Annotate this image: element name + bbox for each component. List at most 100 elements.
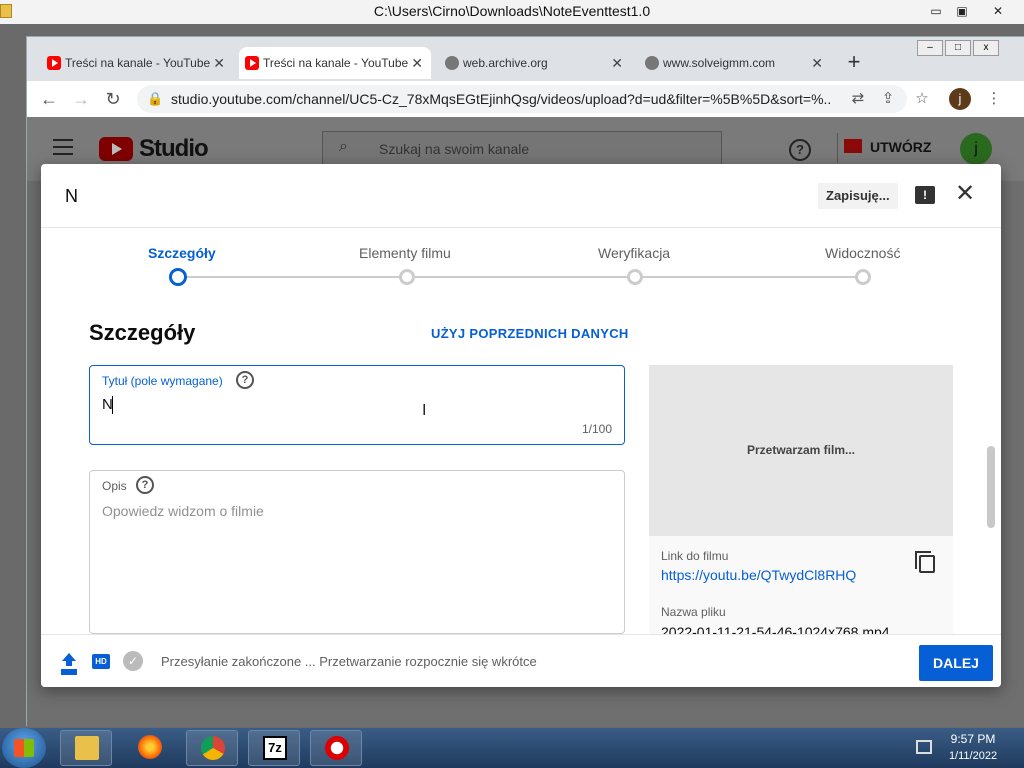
copy-icon[interactable] [915, 551, 935, 573]
step-visibility-label[interactable]: Widoczność [825, 245, 900, 261]
filename-value: 2022-01-11-21-54-46-1024x768.mp4 [661, 624, 890, 634]
tab-close-icon[interactable]: ✕ [213, 47, 225, 79]
share-icon[interactable]: ⇪ [877, 88, 899, 110]
video-thumbnail: Przetwarzam film... [649, 365, 953, 536]
new-tab-button[interactable]: + [842, 51, 866, 75]
address-bar[interactable]: 🔒 studio.youtube.com/channel/UC5-Cz_78xM… [137, 85, 907, 113]
tab-close-icon[interactable]: ✕ [811, 47, 823, 79]
network-icon[interactable] [916, 740, 932, 754]
globe-icon [645, 56, 659, 70]
browser-minimize-button[interactable]: – [917, 40, 943, 56]
firefox-icon [138, 735, 162, 759]
forward-button[interactable]: → [69, 87, 93, 111]
browser-close-button[interactable]: x [973, 40, 999, 56]
video-link[interactable]: https://youtu.be/QTwydCl8RHQ [661, 567, 856, 583]
clock-date[interactable]: 1/11/2022 [944, 750, 1002, 762]
title-label: Tytuł (pole wymagane) [102, 374, 223, 388]
maximize-button[interactable]: ▣ [950, 2, 974, 20]
upload-status-text: Przesyłanie zakończone ... Przetwarzanie… [161, 654, 537, 669]
browser-toolbar: ← → ↻ 🔒 studio.youtube.com/channel/UC5-C… [27, 81, 1024, 117]
video-link-label: Link do filmu [661, 549, 729, 563]
search-icon: ⌕ [339, 138, 348, 155]
description-label: Opis [102, 479, 127, 493]
globe-icon [445, 56, 459, 70]
menu-icon[interactable]: ⋮ [983, 88, 1005, 110]
channel-avatar[interactable]: j [960, 133, 992, 165]
tab-label: web.archive.org [463, 56, 548, 70]
description-placeholder: Opowiedz widzom o filmie [102, 503, 264, 519]
reuse-details-button[interactable]: UŻYJ POPRZEDNICH DANYCH [431, 326, 629, 341]
close-window-button[interactable]: ✕ [986, 2, 1010, 20]
upload-stepper: Szczegóły Elementy filmu Weryfikacja Wid… [41, 228, 1001, 298]
hd-icon: HD [92, 654, 110, 669]
saving-indicator: Zapisuję... [818, 183, 898, 209]
step-checks-dot[interactable] [627, 269, 643, 285]
content-scrollbar[interactable] [987, 446, 995, 528]
create-button[interactable]: UTWÓRZ [837, 133, 957, 163]
youtube-icon [245, 56, 259, 70]
taskbar-7zip[interactable]: 7z [248, 730, 300, 766]
dialog-title: N [65, 186, 78, 206]
taskbar-firefox[interactable] [124, 730, 176, 766]
help-icon[interactable]: ? [789, 139, 811, 161]
dialog-header: N Zapisuję... ! ✕ [41, 164, 1001, 228]
step-video-elements-dot[interactable] [399, 269, 415, 285]
7zip-icon: 7z [263, 736, 287, 760]
description-input[interactable]: Opis ? Opowiedz widzom o filmie [89, 470, 625, 634]
studio-brand: Studio [139, 135, 209, 162]
title-char-counter: 1/100 [581, 422, 612, 436]
youtube-icon [47, 56, 61, 70]
chrome-icon [201, 736, 225, 760]
reload-button[interactable]: ↻ [101, 87, 125, 111]
help-icon[interactable]: ? [136, 476, 154, 494]
title-input[interactable]: Tytuł (pole wymagane) ? N I 1/100 [89, 365, 625, 445]
tab-web-archive[interactable]: web.archive.org ✕ [439, 47, 631, 79]
taskbar-explorer[interactable] [60, 730, 112, 766]
video-camera-icon [844, 139, 862, 153]
close-dialog-button[interactable]: ✕ [953, 182, 977, 206]
search-placeholder: Szukaj na swoim kanale [379, 141, 530, 157]
minimize-button[interactable]: ▭ [924, 2, 948, 20]
youtube-logo-icon[interactable] [99, 137, 133, 161]
tab-label: Treści na kanale - YouTube [65, 56, 211, 70]
feedback-icon[interactable]: ! [915, 186, 935, 204]
step-checks-label[interactable]: Weryfikacja [598, 245, 670, 261]
record-icon [325, 736, 349, 760]
tab-youtube-1[interactable]: Treści na kanale - YouTube ✕ [41, 47, 233, 79]
section-title: Szczegóły [89, 320, 196, 345]
tab-close-icon[interactable]: ✕ [611, 47, 623, 79]
start-button[interactable] [2, 728, 46, 768]
windows-logo-icon [14, 739, 34, 757]
tab-close-icon[interactable]: ✕ [411, 47, 423, 79]
studio-search-input[interactable]: ⌕ Szukaj na swoim kanale [322, 131, 722, 165]
back-button[interactable]: ← [37, 87, 61, 111]
step-details-label[interactable]: Szczegóły [148, 245, 216, 261]
clock-time[interactable]: 9:57 PM [946, 732, 1000, 746]
taskbar-chrome[interactable] [186, 730, 238, 766]
processing-message: Przetwarzam film... [746, 443, 856, 457]
upload-icon [61, 653, 77, 671]
url-text: studio.youtube.com/channel/UC5-Cz_78xMqs… [171, 91, 831, 107]
details-section: Szczegóły UŻYJ POPRZEDNICH DANYCH Tytuł … [41, 298, 1001, 634]
browser-restore-button[interactable]: □ [945, 40, 971, 56]
folder-icon [75, 736, 99, 760]
step-visibility-dot[interactable] [855, 269, 871, 285]
help-icon[interactable]: ? [236, 371, 254, 389]
tab-solveigmm[interactable]: www.solveigmm.com ✕ [639, 47, 831, 79]
create-label: UTWÓRZ [870, 139, 932, 155]
text-cursor-icon: I [422, 402, 427, 419]
next-button[interactable]: DALEJ [919, 645, 993, 681]
dialog-footer: HD ✓ Przesyłanie zakończone ... Przetwar… [41, 634, 1001, 687]
hamburger-menu-icon[interactable] [53, 139, 73, 155]
tab-strip: Treści na kanale - YouTube ✕ Treści na k… [27, 37, 1024, 81]
lock-icon: 🔒 [147, 91, 164, 106]
profile-avatar[interactable]: j [949, 88, 971, 110]
bookmark-star-icon[interactable]: ☆ [911, 88, 933, 110]
tab-youtube-2[interactable]: Treści na kanale - YouTube ✕ [239, 47, 431, 79]
stepper-line [181, 276, 865, 278]
step-video-elements-label[interactable]: Elementy filmu [359, 245, 451, 261]
step-details-dot[interactable] [169, 268, 187, 286]
taskbar-recorder[interactable] [310, 730, 362, 766]
translate-icon[interactable]: ⇄ [847, 88, 869, 110]
upload-dialog: N Zapisuję... ! ✕ Szczegóły Elementy fil… [41, 164, 1001, 687]
